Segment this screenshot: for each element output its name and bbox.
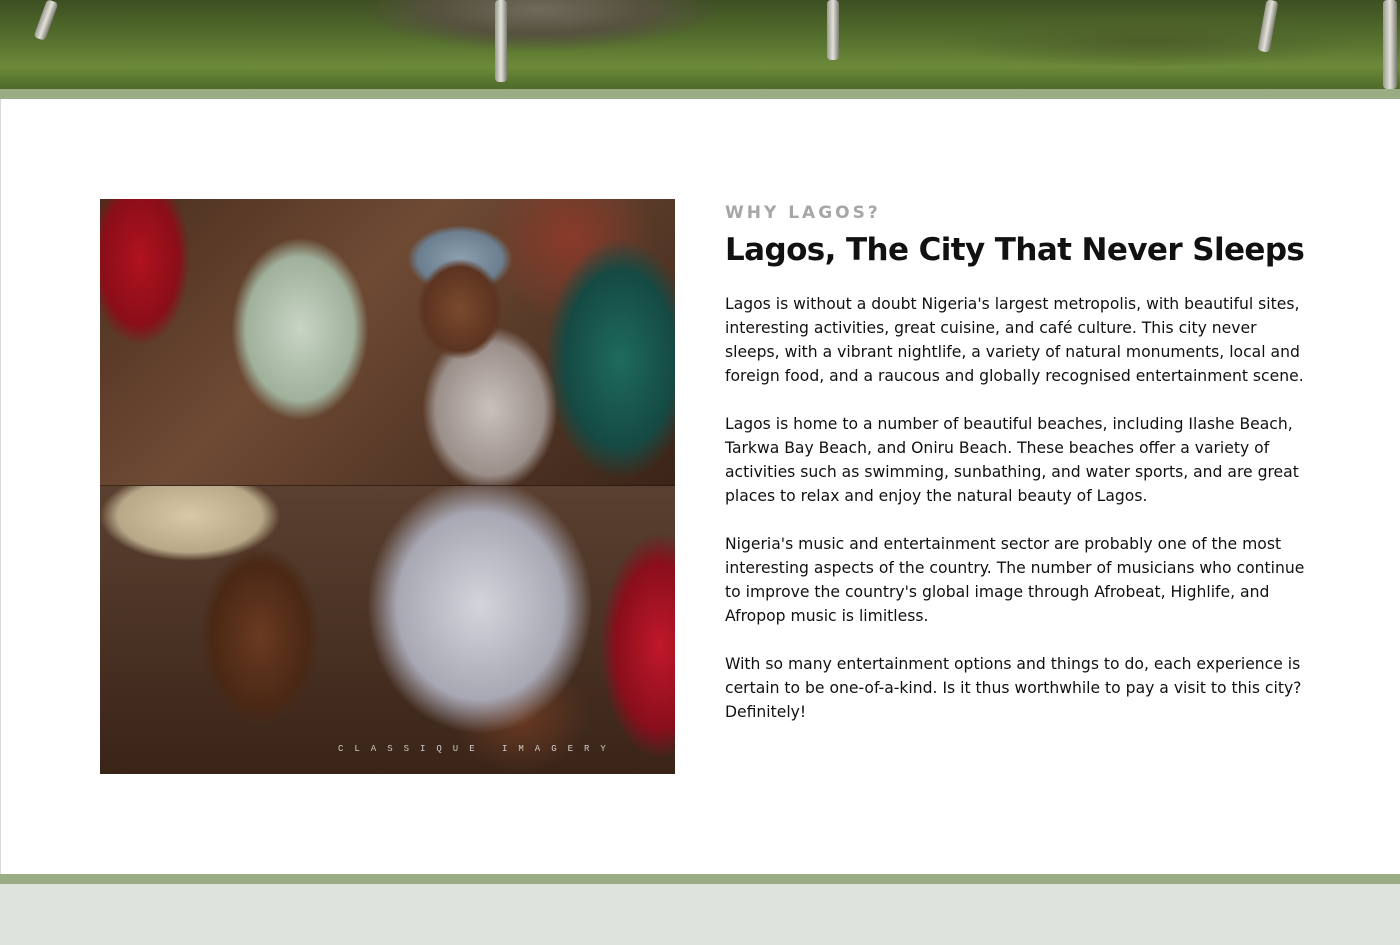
- hero-accent-bar: [0, 89, 1400, 99]
- tree-trunk: [33, 0, 59, 41]
- hero-image: [0, 0, 1400, 89]
- paragraph-conclusion: With so many entertainment options and t…: [725, 655, 1302, 721]
- tree-trunk: [495, 0, 507, 82]
- tree-trunk: [827, 0, 839, 60]
- tree-trunk: [1383, 0, 1397, 89]
- section-title: Lagos, The City That Never Sleeps: [725, 232, 1305, 268]
- footer-section: [0, 884, 1400, 945]
- photo-groom-panel: [100, 486, 675, 774]
- tree-trunk: [1257, 0, 1279, 53]
- paragraph-beaches: Lagos is home to a number of beautiful b…: [725, 415, 1299, 505]
- paragraph-music: Nigeria's music and entertainment sector…: [725, 535, 1305, 625]
- photo-bride-panel: [100, 199, 675, 486]
- about-content: WHY LAGOS? Lagos, The City That Never Sl…: [725, 200, 1305, 724]
- wedding-celebration-photo: CLASSIQUE IMAGERY: [100, 199, 675, 774]
- section-eyebrow: WHY LAGOS?: [725, 203, 881, 223]
- photo-watermark: CLASSIQUE IMAGERY: [338, 744, 617, 754]
- paragraph-intro: Lagos is without a doubt Nigeria's large…: [725, 295, 1304, 385]
- footer-accent-bar: [0, 874, 1400, 884]
